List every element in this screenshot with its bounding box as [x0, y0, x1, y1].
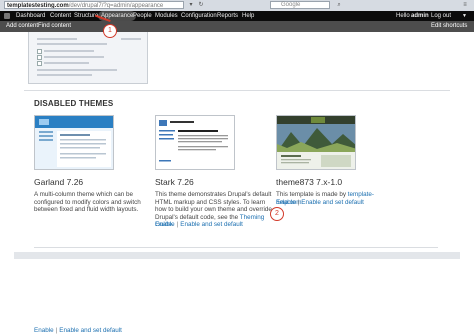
enable-link[interactable]: Enable: [276, 199, 296, 206]
enable-and-set-default-link[interactable]: Enable and set default: [180, 221, 243, 228]
disabled-themes-heading: DISABLED THEMES: [34, 99, 114, 108]
garland-screenshot: [34, 115, 114, 170]
home-icon[interactable]: [4, 13, 10, 19]
enabled-theme-screenshot: [28, 32, 148, 84]
theme-actions-stark: Enable | Enable and set default: [155, 221, 243, 228]
stark-screenshot: [155, 115, 235, 170]
bottom-divider: [34, 247, 438, 248]
theme-actions-garland: Enable | Enable and set default: [34, 327, 122, 334]
url-host: templatestesting.com: [7, 3, 69, 9]
enable-link[interactable]: Enable: [34, 327, 54, 334]
browser-search-input[interactable]: Google: [270, 1, 330, 9]
dropdown-arrow-icon[interactable]: ▾: [186, 1, 196, 9]
admin-toolbar: Dashboard Content Structure Appearance P…: [0, 11, 474, 21]
footer-strip: [14, 252, 460, 259]
toolbar-item-people[interactable]: People: [130, 11, 155, 21]
menu-icon[interactable]: ≡: [460, 1, 470, 9]
theme-name-theme873: theme873 7.x-1.0: [276, 177, 343, 187]
refresh-icon[interactable]: ↻: [196, 1, 206, 9]
toolbar-item-content[interactable]: Content: [47, 11, 74, 21]
theme-name-stark: Stark 7.26: [155, 177, 194, 187]
theme873-screenshot: [276, 115, 356, 170]
toolbar-item-modules[interactable]: Modules: [152, 11, 181, 21]
username-link[interactable]: admin: [411, 11, 429, 21]
callout-2-marker: 2: [270, 207, 284, 221]
theme-name-garland: Garland 7.26: [34, 177, 84, 187]
shortcut-add-content[interactable]: Add content: [6, 21, 38, 32]
enable-and-set-default-link[interactable]: Enable and set default: [59, 327, 122, 334]
enable-and-set-default-link[interactable]: Enable and set default: [301, 199, 364, 206]
theme-actions-theme873: Enable | Enable and set default: [276, 199, 364, 206]
edit-shortcuts-link[interactable]: Edit shortcuts: [431, 21, 467, 32]
toolbar-item-help[interactable]: Help: [239, 11, 257, 21]
toolbar-item-reports[interactable]: Reports: [214, 11, 241, 21]
search-icon[interactable]: ⌕: [334, 1, 344, 9]
shortcut-find-content[interactable]: Find content: [38, 21, 71, 32]
logout-link[interactable]: Log out: [431, 11, 451, 21]
search-placeholder: Google: [281, 2, 301, 8]
callout-1-marker: 1: [103, 24, 117, 38]
theme873-description-text: This template is made by: [276, 191, 346, 198]
address-bar[interactable]: templatestesting.com/dev/drupal7/?q=admi…: [4, 1, 184, 9]
url-path: /dev/drupal7/?q=admin/appearance: [68, 3, 164, 9]
section-divider: [24, 90, 450, 91]
theme-description-garland: A multi-column theme which can be config…: [34, 191, 141, 214]
toolbar-item-dashboard[interactable]: Dashboard: [13, 11, 48, 21]
shortcuts-bar: Add content Find content Edit shortcuts: [0, 21, 474, 32]
toolbar-toggle-icon[interactable]: ▼: [462, 11, 467, 21]
enable-link[interactable]: Enable: [155, 221, 175, 228]
greeting-text: Hello: [396, 13, 410, 19]
